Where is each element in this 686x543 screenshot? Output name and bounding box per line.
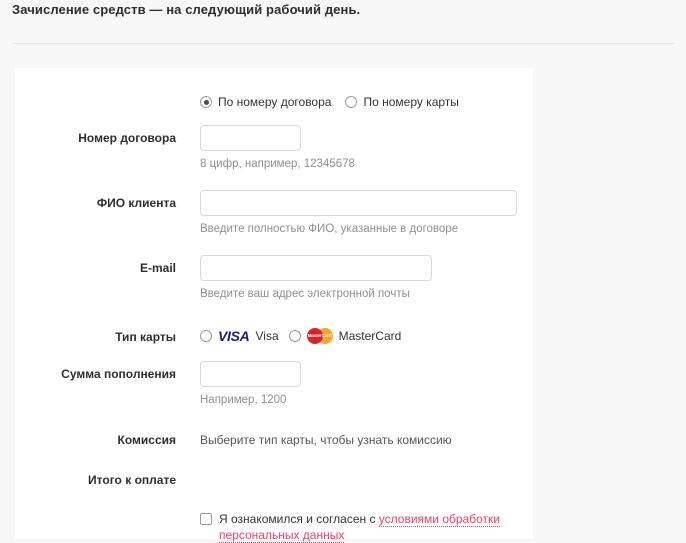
field-email: Введите ваш адрес электронной почты bbox=[200, 255, 432, 300]
payment-form-card: По номеру договора По номеру карты Номер… bbox=[15, 68, 533, 543]
visa-logo: VISA bbox=[218, 328, 250, 344]
label-card-type: Тип карты bbox=[115, 330, 176, 344]
hint-contract-number: 8 цифр, например, 12345678 bbox=[200, 158, 355, 170]
field-contract-number: 8 цифр, например, 12345678 bbox=[200, 125, 355, 170]
label-amount: Сумма пополнения bbox=[61, 367, 176, 381]
amount-input[interactable] bbox=[200, 361, 301, 387]
radio-mastercard-label: MasterCard bbox=[338, 329, 402, 343]
mastercard-logo-text: MasterCard bbox=[307, 333, 332, 338]
consent-row: Я ознакомился и согласен с условиями обр… bbox=[200, 511, 500, 543]
label-commission: Комиссия bbox=[117, 433, 176, 447]
radio-option-by-card[interactable]: По номеру карты bbox=[345, 95, 459, 109]
hint-amount: Например, 1200 bbox=[200, 394, 287, 406]
field-amount: Например, 1200 bbox=[200, 361, 301, 406]
radio-option-mastercard[interactable]: MasterCard MasterCard bbox=[288, 328, 402, 344]
radio-visa-icon[interactable] bbox=[200, 330, 212, 342]
radio-mastercard-icon[interactable] bbox=[288, 330, 301, 342]
commission-value: Выберите тип карты, чтобы узнать комисси… bbox=[200, 433, 452, 447]
page-root: Зачисление средств — на следующий рабочи… bbox=[0, 0, 686, 543]
mastercard-logo: MasterCard bbox=[306, 328, 333, 344]
page-title: Зачисление средств — на следующий рабочи… bbox=[12, 2, 361, 17]
consent-text: Я ознакомился и согласен с условиями обр… bbox=[219, 511, 500, 543]
label-contract-number: Номер договора bbox=[78, 131, 176, 145]
client-name-input[interactable] bbox=[200, 190, 517, 216]
field-card-type: VISA Visa MasterCard MasterCard bbox=[200, 328, 401, 344]
contract-number-input[interactable] bbox=[200, 125, 301, 151]
field-commission: Выберите тип карты, чтобы узнать комисси… bbox=[200, 433, 452, 447]
label-client-name: ФИО клиента bbox=[96, 196, 176, 210]
page-header: Зачисление средств — на следующий рабочи… bbox=[0, 0, 686, 47]
lookup-mode-radio-group: По номеру договора По номеру карты bbox=[200, 95, 459, 109]
radio-option-visa[interactable]: VISA Visa bbox=[200, 329, 279, 343]
radio-option-by-contract[interactable]: По номеру договора bbox=[200, 95, 331, 109]
radio-visa-label: Visa bbox=[255, 329, 279, 343]
label-total: Итого к оплате bbox=[88, 473, 176, 487]
radio-by-card-icon[interactable] bbox=[345, 96, 358, 108]
header-divider bbox=[12, 43, 674, 44]
radio-by-contract-label: По номеру договора bbox=[218, 95, 332, 109]
radio-by-card-label: По номеру карты bbox=[363, 95, 459, 109]
hint-email: Введите ваш адрес электронной почты bbox=[200, 288, 410, 300]
card-type-radio-group: VISA Visa MasterCard MasterCard bbox=[200, 328, 401, 344]
email-input[interactable] bbox=[200, 255, 432, 281]
consent-text-before: Я ознакомился и согласен с bbox=[219, 512, 379, 526]
consent-checkbox[interactable] bbox=[200, 513, 212, 525]
radio-by-contract-icon[interactable] bbox=[200, 96, 212, 108]
hint-client-name: Введите полностью ФИО, указанные в догов… bbox=[200, 223, 459, 235]
label-email: E-mail bbox=[139, 261, 176, 275]
field-client-name: Введите полностью ФИО, указанные в догов… bbox=[200, 190, 517, 235]
